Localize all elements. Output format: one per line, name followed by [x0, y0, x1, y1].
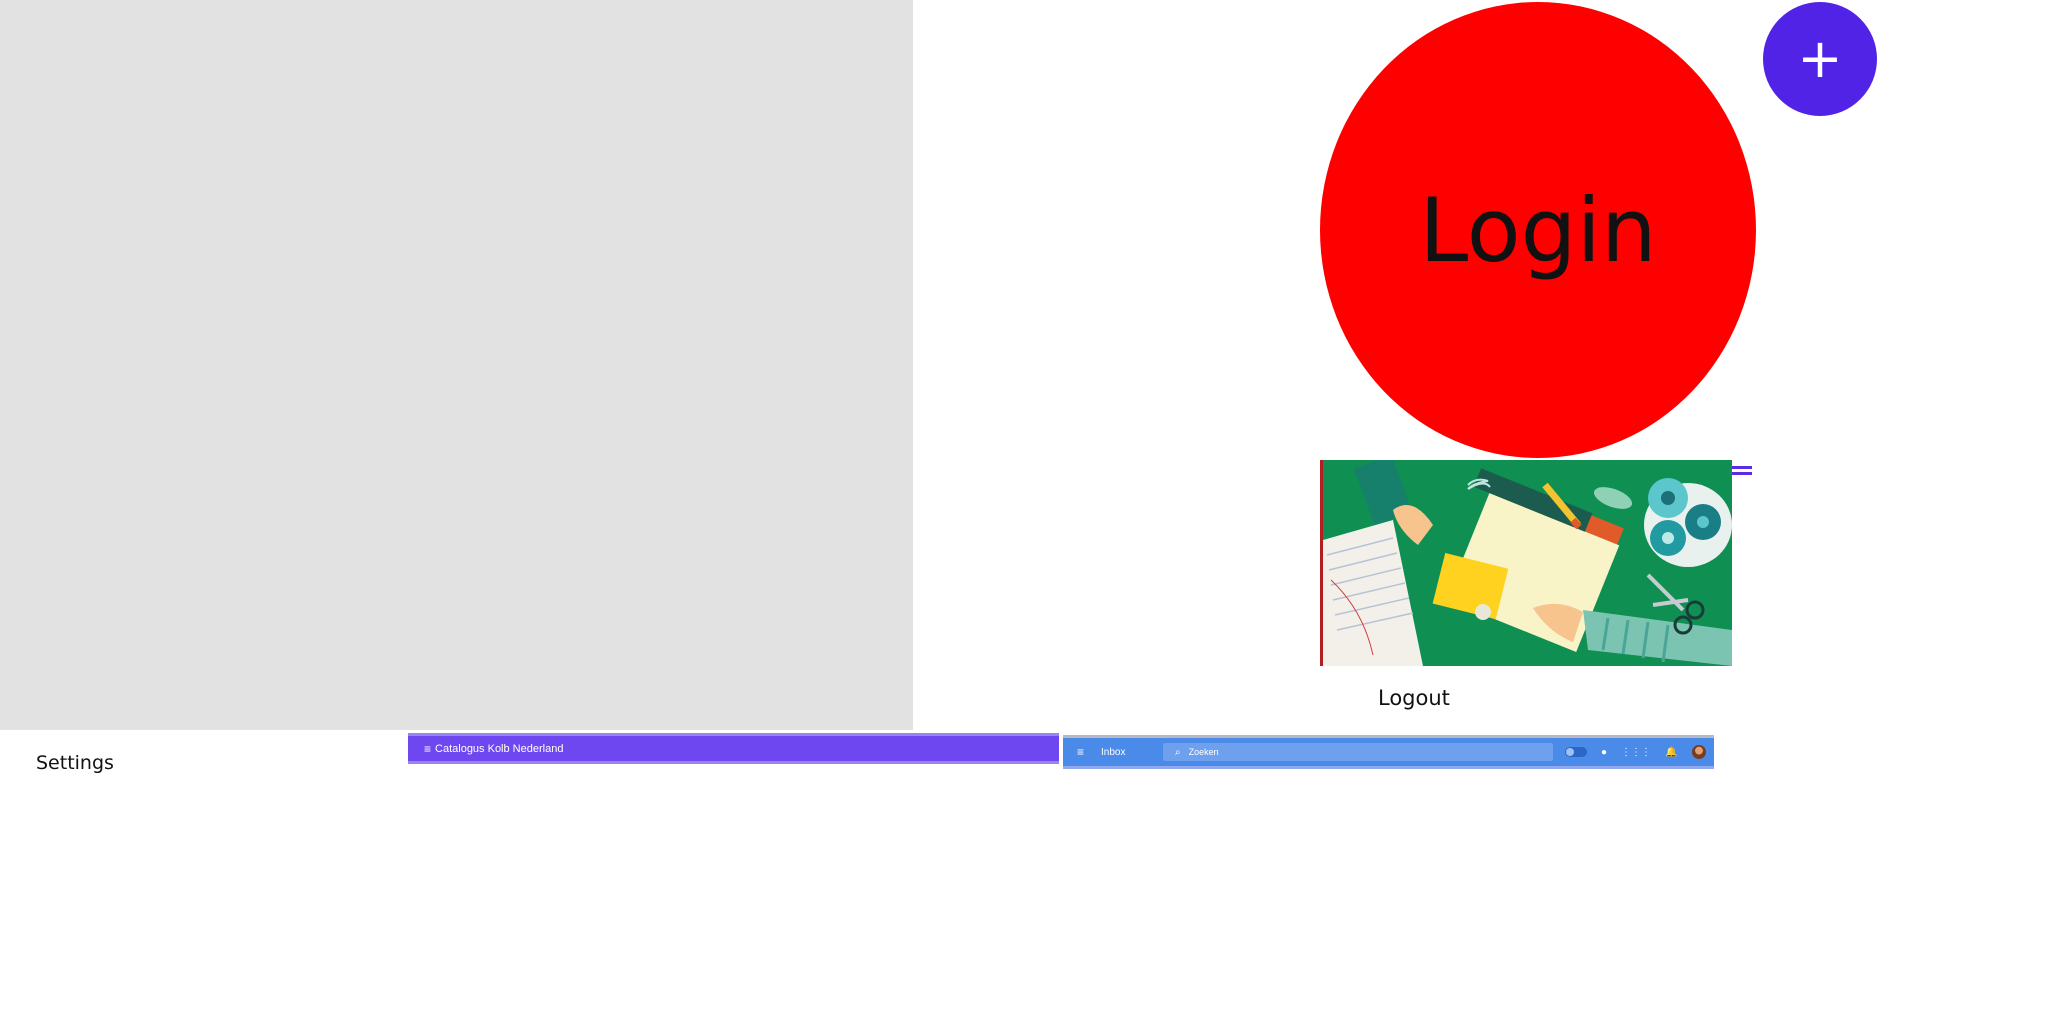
- login-label: Login: [1419, 178, 1657, 282]
- chat-icon[interactable]: ●: [1601, 747, 1607, 758]
- inbox-app-bar: ≡ Inbox ⌕ ● ⋮⋮⋮ 🔔: [1063, 735, 1714, 769]
- login-button[interactable]: Login: [1320, 2, 1756, 458]
- add-button[interactable]: +: [1763, 2, 1877, 116]
- apps-grid-icon[interactable]: ⋮⋮⋮: [1621, 747, 1651, 758]
- avatar[interactable]: [1691, 745, 1706, 759]
- hamburger-menu-icon[interactable]: ≡: [424, 742, 431, 756]
- search-icon: ⌕: [1175, 746, 1181, 758]
- settings-link[interactable]: Settings: [36, 752, 114, 774]
- search-box[interactable]: ⌕: [1163, 743, 1553, 761]
- inbox-title: Inbox: [1101, 746, 1126, 758]
- catalog-app-bar: ≡ Catalogus Kolb Nederland: [408, 733, 1059, 764]
- pin-toggle[interactable]: [1565, 747, 1587, 757]
- hamburger-menu-icon[interactable]: ≡: [1077, 745, 1091, 759]
- search-input[interactable]: [1188, 747, 1509, 757]
- logout-link[interactable]: Logout: [1378, 686, 1450, 710]
- notifications-bell-icon[interactable]: 🔔: [1665, 747, 1677, 758]
- documents-illustration: [1320, 460, 1732, 666]
- catalog-title: Catalogus Kolb Nederland: [435, 742, 564, 755]
- gray-placeholder-panel: [0, 0, 913, 730]
